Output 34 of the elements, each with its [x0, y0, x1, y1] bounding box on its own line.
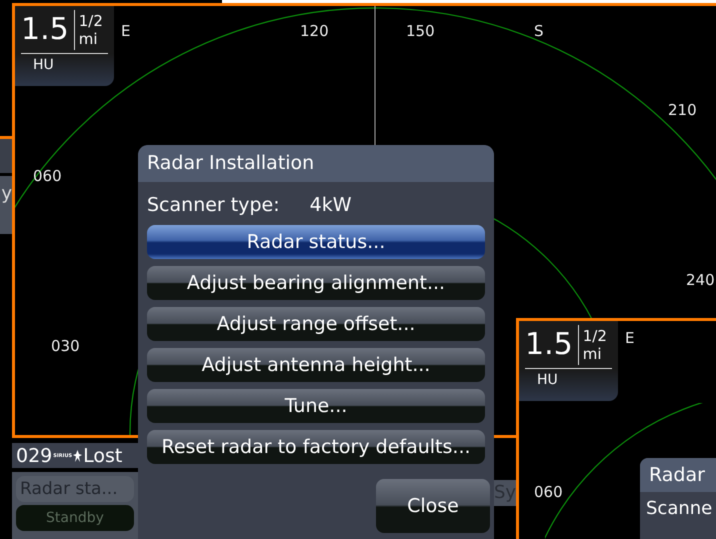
range-unit: mi — [582, 345, 602, 363]
bearing-label: 060 — [534, 483, 563, 501]
field-value: 4kW — [310, 194, 352, 216]
partial-button[interactable]: y — [0, 176, 12, 234]
bearing-label: 150 — [406, 22, 435, 40]
menu-button[interactable]: Tune... — [147, 389, 485, 423]
bearing-label: 030 — [51, 337, 80, 355]
menu-button[interactable]: Reset radar to factory defaults... — [147, 430, 485, 464]
field-label: Scanne — [646, 498, 712, 519]
bearing-label: 240 — [686, 271, 715, 289]
bearing-label: 210 — [668, 101, 697, 119]
heading-label: E — [121, 22, 130, 40]
menu-button[interactable]: Adjust range offset... — [147, 307, 485, 341]
range-fraction: 1/2 — [78, 12, 103, 30]
bearing-label: 120 — [300, 22, 329, 40]
orientation-label: HU — [32, 56, 55, 73]
close-button[interactable]: Close — [376, 479, 490, 533]
menu-button[interactable]: Radar status... — [147, 225, 485, 259]
range-value: 1.5 — [21, 10, 75, 50]
menu-button[interactable]: Adjust antenna height... — [147, 348, 485, 382]
channel-number: 029 — [16, 444, 52, 466]
range-fraction: 1/2 — [582, 327, 607, 345]
menu-button[interactable]: Adjust bearing alignment... — [147, 266, 485, 300]
field-label: Scanner type: — [147, 194, 280, 216]
bearing-label: 060 — [33, 167, 62, 185]
range-unit: mi — [78, 30, 98, 48]
heading-label: E — [625, 329, 634, 347]
dialog-title: Radar — [640, 458, 716, 492]
orientation-label: HU — [536, 371, 559, 388]
star-icon — [73, 450, 82, 462]
dialog-title: Radar Installation — [138, 145, 494, 182]
bearing-label: S — [534, 22, 544, 40]
signal-status: Lost — [83, 444, 122, 466]
range-value: 1.5 — [525, 325, 579, 365]
